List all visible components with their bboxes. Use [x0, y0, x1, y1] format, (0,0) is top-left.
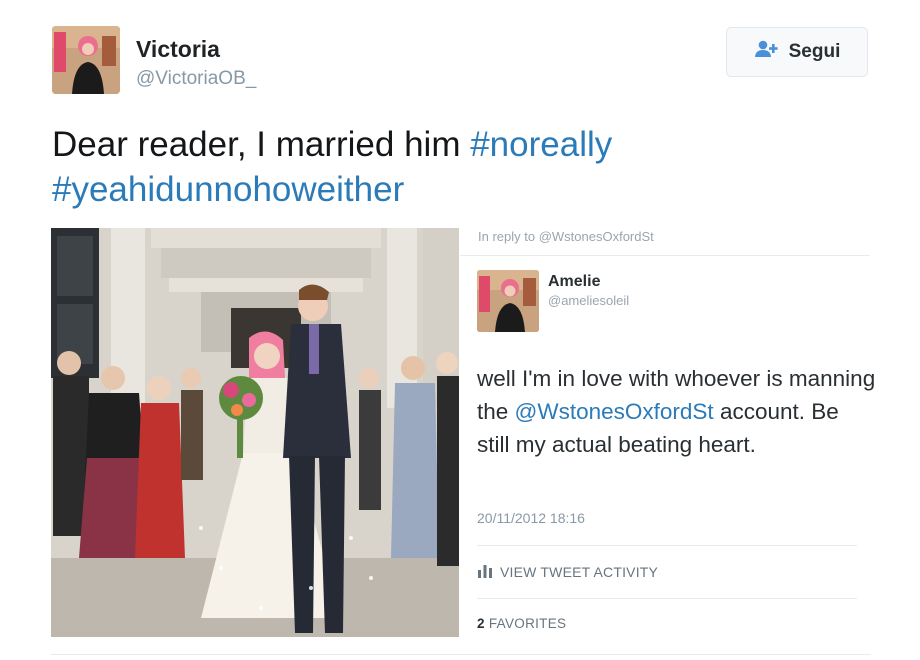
- favorites-count[interactable]: 2 FAVORITES: [477, 616, 566, 631]
- author-avatar[interactable]: [52, 26, 120, 94]
- author-display-name[interactable]: Victoria: [136, 36, 220, 63]
- favorites-number: 2: [477, 616, 485, 631]
- hashtag-link[interactable]: #yeahidunnohoweither: [52, 170, 404, 209]
- wedding-photo[interactable]: [51, 228, 459, 637]
- divider: [477, 545, 857, 546]
- person-plus-icon: [754, 40, 780, 64]
- tweet-timestamp[interactable]: 20/11/2012 18:16: [477, 510, 585, 526]
- divider: [51, 654, 871, 655]
- reply-author-avatar[interactable]: [477, 270, 539, 332]
- view-tweet-activity-link[interactable]: VIEW TWEET ACTIVITY: [477, 562, 658, 581]
- tweet-text-plain: Dear reader, I married him: [52, 125, 471, 164]
- bar-chart-icon: [477, 562, 493, 581]
- reply-author-handle[interactable]: @ameliesoleil: [548, 293, 629, 308]
- view-tweet-activity-label: VIEW TWEET ACTIVITY: [500, 563, 659, 580]
- reply-author-name[interactable]: Amelie: [548, 273, 600, 291]
- reply-tweet-text: well I'm in love with whoever is manning…: [477, 362, 877, 461]
- in-reply-to[interactable]: In reply to @WstonesOxfordSt: [478, 229, 654, 244]
- author-handle[interactable]: @VictoriaOB_: [136, 68, 256, 90]
- hashtag-link[interactable]: #noreally: [470, 125, 612, 164]
- divider: [477, 598, 857, 599]
- tweet-text: Dear reader, I married him #noreally #yea…: [52, 122, 872, 212]
- follow-button-label: Segui: [788, 41, 841, 62]
- divider: [460, 255, 870, 256]
- follow-button[interactable]: Segui: [726, 27, 868, 77]
- mention-link[interactable]: @WstonesOxfordSt: [515, 399, 714, 424]
- favorites-label: FAVORITES: [488, 616, 567, 631]
